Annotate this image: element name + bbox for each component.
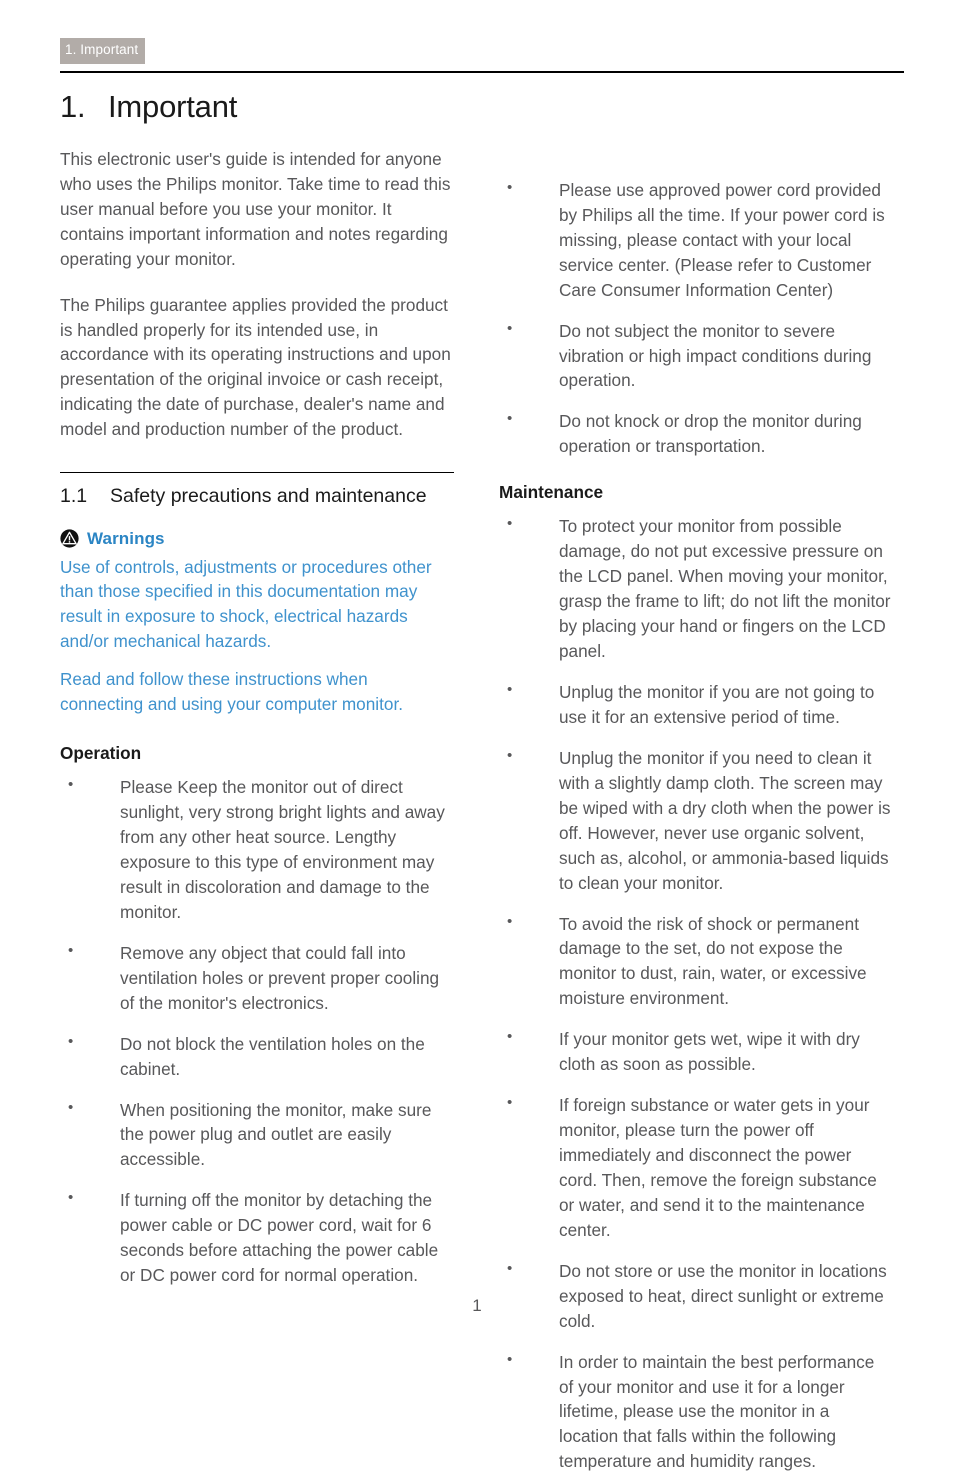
list-item: If your monitor gets wet, wipe it with d… xyxy=(499,1026,893,1077)
chapter-name: Important xyxy=(108,88,238,124)
list-item: If foreign substance or water gets in yo… xyxy=(499,1092,893,1243)
two-column-body: This electronic user's guide is intended… xyxy=(60,147,904,1474)
document-page: 1. Important 1. Important This electroni… xyxy=(0,0,954,1471)
warning-triangle-icon xyxy=(60,529,79,548)
list-item: To avoid the risk of shock or permanent … xyxy=(499,911,893,1012)
list-item: Unplug the monitor if you need to clean … xyxy=(499,745,893,896)
warning-paragraph: Read and follow these instructions when … xyxy=(60,669,403,715)
left-column: This electronic user's guide is intended… xyxy=(60,147,454,1288)
chapter-number: 1. xyxy=(60,88,86,124)
list-item: Do not knock or drop the monitor during … xyxy=(499,408,893,459)
operation-heading: Operation xyxy=(60,743,142,764)
section-title: Safety precautions and maintenance xyxy=(110,485,427,508)
list-item: When positioning the monitor, make sure … xyxy=(60,1097,454,1173)
maintenance-bullet-list: To protect your monitor from possible da… xyxy=(499,513,893,1474)
list-item: If turning off the monitor by detaching … xyxy=(60,1187,454,1288)
list-item: Do not subject the monitor to severe vib… xyxy=(499,318,893,394)
intro-paragraph: The Philips guarantee applies provided t… xyxy=(60,294,451,440)
right-column: Please use approved power cord provided … xyxy=(499,147,893,1474)
intro-paragraph: This electronic user's guide is intended… xyxy=(60,148,451,269)
list-item: Please Keep the monitor out of direct su… xyxy=(60,774,454,925)
page-number: 1 xyxy=(472,1296,482,1315)
page-title: 1. Important xyxy=(60,89,904,125)
warnings-header: Warnings xyxy=(60,529,454,549)
list-item: Please use approved power cord provided … xyxy=(499,177,893,303)
warnings-label: Warnings xyxy=(87,528,165,548)
operation-bullet-list: Please Keep the monitor out of direct su… xyxy=(60,774,454,1288)
list-item: Unplug the monitor if you are not going … xyxy=(499,679,893,730)
running-header-badge: 1. Important xyxy=(60,38,146,64)
section-number: 1.1 xyxy=(60,485,88,508)
list-item: Do not block the ventilation holes on th… xyxy=(60,1031,454,1082)
section-heading: 1.1 Safety precautions and maintenance xyxy=(60,482,454,510)
list-item: Remove any object that could fall into v… xyxy=(60,940,454,1016)
maintenance-heading: Maintenance xyxy=(499,482,604,503)
section-divider xyxy=(60,472,454,474)
header-divider xyxy=(60,70,904,73)
list-item: In order to maintain the best performanc… xyxy=(499,1349,893,1474)
warning-paragraph: Use of controls, adjustments or procedur… xyxy=(60,556,432,652)
list-item: To protect your monitor from possible da… xyxy=(499,513,893,664)
operation-bullet-list-continued: Please use approved power cord provided … xyxy=(499,177,893,459)
